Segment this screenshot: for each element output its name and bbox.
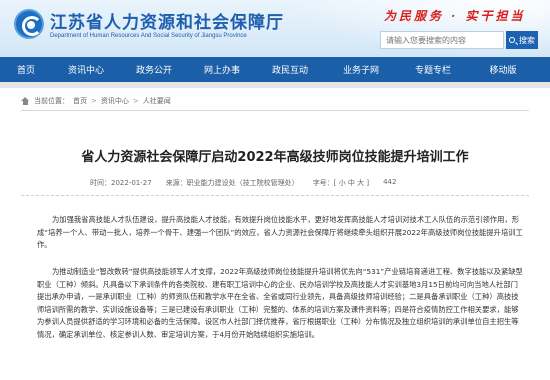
header-slogan: 为民服务 · 实干担当 — [384, 9, 526, 23]
breadcrumb-home[interactable]: 首页 — [73, 96, 87, 106]
search-icon — [509, 37, 515, 43]
home-icon — [21, 97, 30, 105]
site-title[interactable]: 江苏省人力资源和社会保障厅 — [50, 8, 284, 33]
view-count: 442 — [383, 178, 397, 186]
nav-item-interaction[interactable]: 政民互动 — [256, 63, 324, 76]
search-button[interactable]: 搜索 — [506, 31, 538, 49]
breadcrumb-hr-news[interactable]: 人社要闻 — [143, 96, 171, 106]
site-subtitle: Department of Human Resources And Social… — [50, 33, 247, 39]
main-nav: 首页 资讯中心 政务公开 网上办事 政民互动 业务子网 专题专栏 移动版 — [0, 57, 550, 82]
search-input[interactable] — [380, 31, 504, 49]
nav-item-online-services[interactable]: 网上办事 — [188, 63, 256, 76]
breadcrumb-label: 当前位置： — [34, 97, 69, 105]
breadcrumb-divider — [21, 110, 529, 111]
article-meta: 时间：2022-01-27 来源：职业能力建设处（技工院校管理处） 字号：[ 小… — [90, 178, 470, 188]
breadcrumb-news[interactable]: 资讯中心 — [101, 96, 129, 106]
breadcrumb-separator: > — [91, 97, 97, 105]
article-title: 省人力资源社会保障厅启动2022年高级技师岗位技能提升培训工作 — [81, 150, 469, 165]
nav-item-home[interactable]: 首页 — [0, 63, 52, 76]
nav-item-special-topics[interactable]: 专题专栏 — [398, 63, 468, 76]
nav-item-news[interactable]: 资讯中心 — [52, 63, 120, 76]
article-paragraph: 为推动制造业“智改数转”提供高技能领军人才支撑，2022年高级技师岗位技能提升培… — [37, 267, 523, 339]
breadcrumb-separator: > — [132, 97, 139, 105]
nav-item-open-government[interactable]: 政务公开 — [120, 63, 188, 76]
meta-divider — [21, 195, 529, 196]
article-source: 来源：职业能力建设处（技工院校管理处） — [165, 179, 299, 187]
font-size-selector[interactable]: 字号：[ 小 中 大 ] — [313, 178, 369, 188]
article-paragraph: 为加强我省高技能人才队伍建设，提升高技能人才技能，有效提升岗位技能水平，更好地发… — [37, 215, 523, 249]
breadcrumb: 当前位置： 首页 > 资讯中心 > 人社要闻 — [21, 96, 171, 106]
nav-subbar — [0, 82, 550, 88]
article-date: 时间：2022-01-27 — [90, 179, 152, 187]
ministry-logo-icon[interactable] — [14, 9, 44, 39]
search-button-label: 搜索 — [519, 35, 535, 45]
nav-item-mobile[interactable]: 移动版 — [468, 63, 538, 76]
nav-item-business-subsites[interactable]: 业务子网 — [324, 63, 398, 76]
